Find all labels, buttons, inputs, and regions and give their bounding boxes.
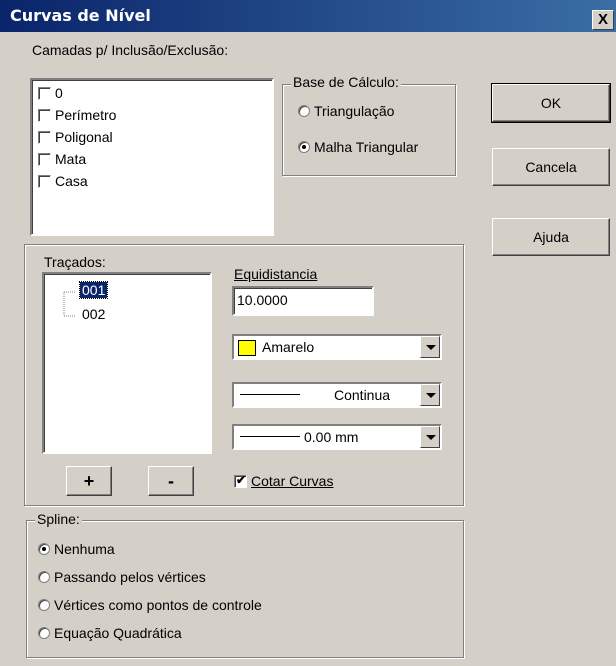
layer-item[interactable]: Casa <box>38 172 88 189</box>
base-calculo-group: Base de Cálculo: <box>282 74 456 176</box>
checkbox-icon <box>38 86 51 100</box>
add-tracado-button[interactable]: + <box>66 466 112 496</box>
spline-option-label: Vértices como pontos de controle <box>54 597 262 614</box>
cotar-curvas-checkbox[interactable]: Cotar Curvas <box>234 472 333 489</box>
layer-item[interactable]: Mata <box>38 150 86 167</box>
radio-triangulacao[interactable]: Triangulação <box>298 102 394 119</box>
radio-label: Malha Triangular <box>314 139 419 156</box>
spline-option-label: Passando pelos vértices <box>54 569 206 586</box>
cotar-curvas-label: Cotar Curvas <box>251 473 334 490</box>
checkbox-icon <box>234 473 247 488</box>
close-icon: X <box>597 11 608 28</box>
color-select[interactable]: Amarelo <box>232 334 442 360</box>
tracados-tree[interactable]: 001 002 <box>42 272 212 454</box>
help-button[interactable]: Ajuda <box>492 218 610 256</box>
radio-icon <box>298 105 310 118</box>
equidistancia-value: 10.0000 <box>237 292 288 308</box>
remove-tracado-button[interactable]: - <box>148 466 194 496</box>
checkbox-icon <box>38 130 51 144</box>
layer-label: Mata <box>55 151 87 168</box>
chevron-down-icon[interactable] <box>420 336 440 358</box>
radio-malha-triangular[interactable]: Malha Triangular <box>298 138 418 155</box>
checkbox-icon <box>38 174 51 188</box>
cancel-button[interactable]: Cancela <box>492 148 610 186</box>
spline-label: Spline: <box>35 511 82 527</box>
tracados-label: Traçados: <box>44 254 106 270</box>
close-button[interactable]: X <box>592 10 614 30</box>
title-bar: Curvas de Nível X <box>0 0 616 32</box>
radio-icon <box>38 543 50 556</box>
layer-item[interactable]: Perímetro <box>38 106 116 123</box>
line-sample-icon <box>240 394 300 395</box>
line-width-select[interactable]: 0.00 mm <box>232 424 442 450</box>
layer-label: Perímetro <box>55 107 117 124</box>
layer-item[interactable]: 0 <box>38 84 63 101</box>
line-width-value: 0.00 mm <box>304 429 359 445</box>
equidistancia-field[interactable]: 10.0000 <box>232 286 374 316</box>
spline-option-label: Equação Quadrática <box>54 625 182 642</box>
line-type-value: Continua <box>334 387 391 403</box>
layer-label: Casa <box>55 173 88 190</box>
spline-option-label: Nenhuma <box>54 541 115 558</box>
layer-label: 0 <box>55 85 63 102</box>
radio-icon <box>298 141 310 154</box>
line-type-select[interactable]: Continua <box>232 382 442 408</box>
color-swatch-icon <box>238 340 256 356</box>
color-value: Amarelo <box>262 339 315 355</box>
equidistancia-label: Equidistancia <box>234 266 318 282</box>
radio-icon <box>38 599 50 612</box>
spline-option[interactable]: Vértices como pontos de controle <box>38 596 262 613</box>
radio-icon <box>38 571 50 584</box>
base-calculo-label: Base de Cálculo: <box>291 74 401 90</box>
ok-button[interactable]: OK <box>491 83 611 123</box>
tree-item-001[interactable]: 001 <box>78 281 109 299</box>
spline-option[interactable]: Equação Quadrática <box>38 624 182 641</box>
checkbox-icon <box>38 108 51 122</box>
chevron-down-icon[interactable] <box>420 384 440 406</box>
spline-option[interactable]: Nenhuma <box>38 540 115 557</box>
window-title: Curvas de Nível <box>10 6 151 25</box>
width-sample-icon <box>240 436 300 437</box>
checkbox-icon <box>38 152 51 166</box>
tree-item-002[interactable]: 002 <box>80 306 107 322</box>
layer-label: Poligonal <box>55 129 113 146</box>
radio-label: Triangulação <box>314 103 395 120</box>
camadas-label: Camadas p/ Inclusão/Exclusão: <box>30 42 231 58</box>
radio-icon <box>38 627 50 640</box>
layer-item[interactable]: Poligonal <box>38 128 113 145</box>
camadas-list[interactable]: 0 Perímetro Poligonal Mata Casa <box>30 78 274 236</box>
spline-option[interactable]: Passando pelos vértices <box>38 568 206 585</box>
chevron-down-icon[interactable] <box>420 426 440 448</box>
